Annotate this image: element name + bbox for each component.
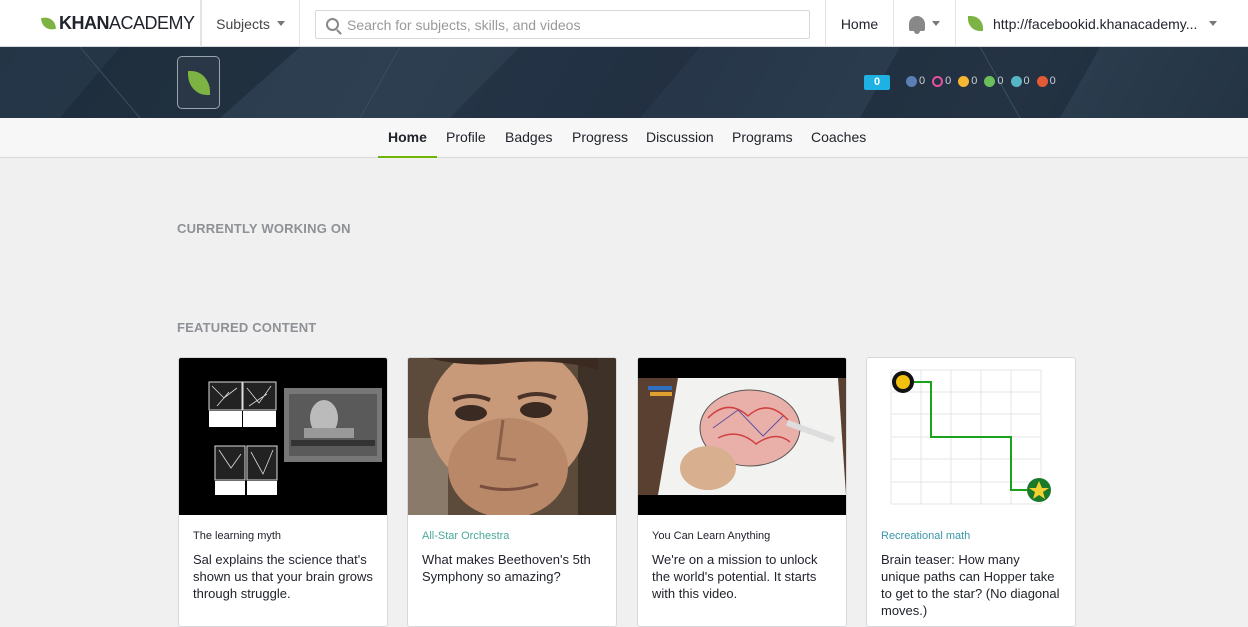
- badge-item: 0: [1036, 75, 1056, 87]
- badge-count: 0: [1023, 75, 1030, 87]
- badge-item: 0: [958, 75, 977, 87]
- card-thumbnail: [408, 358, 616, 515]
- user-menu[interactable]: http://facebookid.khanacademy...: [956, 0, 1226, 47]
- meteorite-badge-icon: [906, 75, 917, 87]
- black-hole-badge-icon: [1010, 75, 1022, 87]
- card-description: Brain teaser: How many unique paths can …: [881, 552, 1060, 618]
- tab-discussion[interactable]: Discussion: [636, 118, 724, 158]
- card-label: Recreational math: [881, 530, 971, 542]
- user-avatar-leaf-icon: [968, 16, 983, 31]
- currently-working-on-heading: CURRENTLY WORKING ON: [177, 221, 351, 236]
- subjects-label: Subjects: [216, 15, 270, 32]
- search-input[interactable]: [347, 16, 787, 33]
- hopper-grid-puzzle-image: [890, 369, 1051, 505]
- chevron-down-icon: [932, 21, 940, 26]
- bell-icon: [909, 16, 925, 34]
- featured-card-you-can-learn-anything[interactable]: You Can Learn Anything We're on a missio…: [637, 357, 847, 627]
- tab-programs[interactable]: Programs: [722, 118, 803, 158]
- tab-badges[interactable]: Badges: [495, 118, 562, 158]
- badge-count: 0: [1049, 75, 1056, 87]
- top-navbar: KHANACADEMY Subjects Home http://faceboo…: [0, 0, 1248, 47]
- profile-tabs: Home Profile Badges Progress Discussion …: [0, 118, 1248, 158]
- brain-neurons-image: [208, 381, 382, 495]
- khan-academy-logo[interactable]: KHAN ACADEMY: [30, 0, 201, 47]
- card-thumbnail: [867, 358, 1075, 515]
- challenge-patch-icon: [1036, 75, 1048, 87]
- home-link[interactable]: Home: [825, 0, 894, 47]
- badge-item: 0: [984, 75, 1004, 87]
- energy-points-badge: 0: [864, 75, 890, 90]
- tab-coaches[interactable]: Coaches: [801, 118, 876, 158]
- user-name: http://facebookid.khanacademy...: [993, 15, 1198, 32]
- card-thumbnail: [638, 358, 846, 515]
- badge-item: 0: [1010, 75, 1030, 87]
- leaf-logo-icon: [40, 15, 57, 32]
- subjects-dropdown[interactable]: Subjects: [201, 0, 300, 47]
- search-box[interactable]: [315, 10, 810, 39]
- card-label: The learning myth: [193, 530, 282, 542]
- logo-light-text: ACADEMY: [109, 13, 195, 33]
- card-description: Sal explains the science that's shown us…: [193, 552, 373, 601]
- featured-card-recreational-math[interactable]: Recreational math Brain teaser: How many…: [866, 357, 1076, 627]
- badge-count: 0: [971, 75, 978, 87]
- moon-badge-icon: [932, 75, 944, 87]
- featured-card-learning-myth[interactable]: The learning myth Sal explains the scien…: [178, 357, 388, 627]
- badge-count: 0: [945, 75, 952, 87]
- tab-progress[interactable]: Progress: [562, 118, 638, 158]
- leaf-avatar-icon: [187, 70, 210, 95]
- badge-count: 0: [997, 75, 1004, 87]
- tab-profile[interactable]: Profile: [436, 118, 496, 158]
- card-label: You Can Learn Anything: [652, 530, 771, 542]
- beethoven-portrait-image: [408, 358, 616, 515]
- profile-banner: [0, 47, 1248, 118]
- logo-bold-text: KHAN: [59, 13, 110, 33]
- earth-badge-icon: [958, 75, 970, 87]
- card-label: All-Star Orchestra: [422, 530, 510, 542]
- sun-badge-icon: [984, 75, 996, 87]
- brain-drawing-image: [638, 358, 846, 515]
- notifications-button[interactable]: [894, 0, 956, 47]
- profile-avatar[interactable]: [177, 56, 220, 109]
- featured-card-all-star-orchestra[interactable]: All-Star Orchestra What makes Beethoven'…: [407, 357, 617, 627]
- card-description: We're on a mission to unlock the world's…: [652, 552, 818, 601]
- featured-content-heading: FEATURED CONTENT: [177, 320, 317, 335]
- badge-counts: 0 0 0 0 0 0: [906, 75, 1059, 87]
- search-icon: [326, 18, 339, 31]
- badge-item: 0: [906, 75, 925, 87]
- card-description: What makes Beethoven's 5th Symphony so a…: [422, 552, 591, 584]
- chevron-down-icon: [1209, 21, 1218, 26]
- card-thumbnail: [179, 358, 387, 515]
- home-link-label: Home: [840, 15, 879, 32]
- tab-home[interactable]: Home: [378, 118, 437, 158]
- chevron-down-icon: [276, 21, 285, 26]
- badge-count: 0: [919, 75, 926, 87]
- badge-item: 0: [932, 75, 951, 87]
